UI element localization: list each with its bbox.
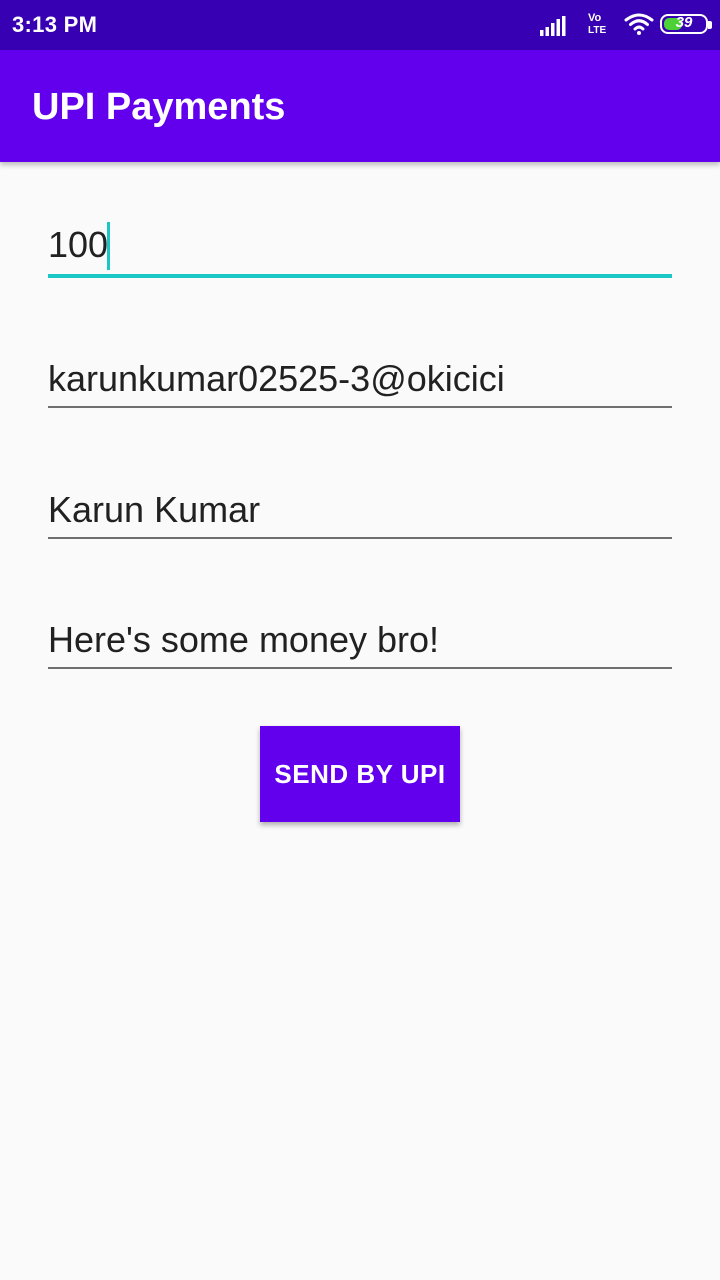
note-underline — [48, 667, 672, 669]
upi-id-field[interactable] — [48, 356, 672, 408]
send-by-upi-button[interactable]: SEND BY UPI — [260, 726, 460, 822]
app-bar: UPI Payments — [0, 50, 720, 162]
status-bar: 3:13 PM Vo LTE 39 — [0, 0, 720, 50]
battery-level: 39 — [675, 14, 693, 31]
amount-field[interactable] — [48, 222, 672, 278]
amount-underline — [48, 274, 672, 278]
note-input[interactable] — [48, 617, 672, 663]
note-field[interactable] — [48, 617, 672, 669]
battery-tip — [708, 21, 712, 29]
upi-id-input[interactable] — [48, 356, 672, 402]
status-time: 3:13 PM — [12, 12, 98, 37]
wifi-icon — [624, 13, 654, 35]
name-field[interactable] — [48, 487, 672, 539]
volte-label: Vo — [588, 12, 602, 24]
battery-icon: 39 — [660, 14, 712, 34]
name-underline — [48, 537, 672, 539]
app-title: UPI Payments — [32, 86, 286, 128]
upi-id-underline — [48, 406, 672, 408]
amount-input[interactable] — [48, 222, 672, 268]
signal-icon — [540, 16, 566, 36]
name-input[interactable] — [48, 487, 672, 533]
text-cursor — [107, 222, 110, 270]
lte-label: LTE — [588, 25, 607, 36]
